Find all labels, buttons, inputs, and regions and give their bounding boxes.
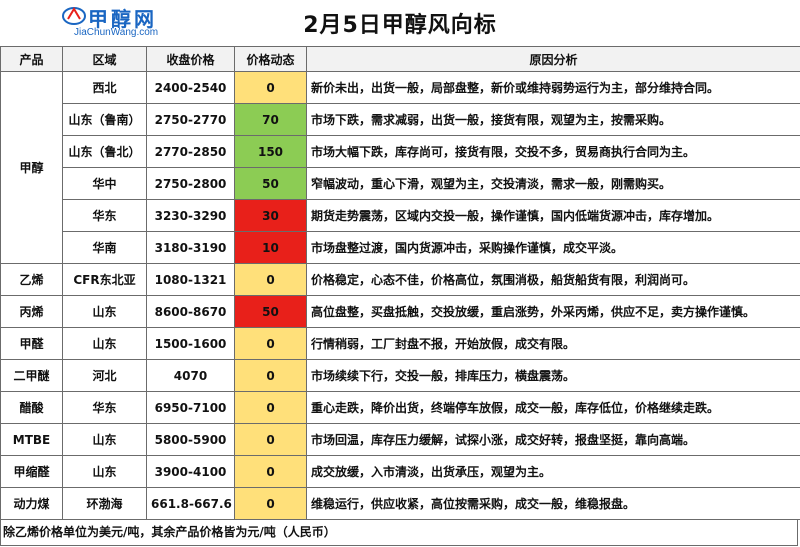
table-row: MTBE 山东 5800-5900 0 市场回温，库存压力缓解，试探小涨，成交好转，报盘…	[0, 423, 800, 456]
logo-icon	[62, 7, 86, 25]
brand-logo: 甲醇网 JiaChunWang.com	[62, 3, 162, 43]
table-row: 乙烯 CFR东北亚 1080-1321 0 价格稳定，心态不佳，价格高位，氛围消极，船货…	[0, 263, 800, 296]
table-row: 华东 3230-3290 30 期货走势震荡，区域内交投一般，操作谨慎，国内低端货源冲…	[1, 199, 800, 232]
price-cell: 1500-1600	[146, 327, 235, 360]
header-row: 产品 区域 收盘价格 价格动态 原因分析	[0, 46, 800, 72]
product-cell: 甲醇	[0, 71, 63, 264]
change-cell: 10	[234, 231, 307, 264]
price-cell: 2750-2800	[146, 167, 235, 200]
reason-cell: 维稳运行，供应收紧，高位按需采购，成交一般，维稳报盘。	[306, 487, 800, 520]
price-cell: 3900-4100	[146, 455, 235, 488]
table-row: 华南 3180-3190 10 市场盘整过渡，国内货源冲击，采购操作谨慎，成交平淡。	[1, 231, 800, 264]
table-row: 甲醇 西北 2400-2540 0 新价未出，出货一般，局部盘整，新价或维持弱势运行为主…	[0, 71, 800, 264]
page-title: 2月5日甲醇风向标	[303, 13, 497, 38]
table-row: 动力煤 环渤海 661.8-667.6 0 维稳运行，供应收紧，高位按需采购，成交一般，…	[0, 487, 800, 520]
region-cell: 山东	[62, 455, 147, 488]
reason-cell: 重心走跌，降价出货，终端停车放假，成交一般，库存低位，价格继续走跌。	[306, 391, 800, 424]
price-cell: 4070	[146, 359, 235, 392]
reason-cell: 市场盘整过渡，国内货源冲击，采购操作谨慎，成交平淡。	[306, 231, 800, 264]
table-row: 甲缩醛 山东 3900-4100 0 成交放缓，入市清淡，出货承压，观望为主。	[0, 455, 800, 488]
change-cell: 0	[234, 359, 307, 392]
change-cell: 50	[234, 167, 307, 200]
product-cell: 甲缩醛	[0, 455, 63, 488]
logo-text-en: JiaChunWang.com	[74, 27, 159, 38]
price-cell: 8600-8670	[146, 295, 235, 328]
change-cell: 0	[234, 71, 307, 104]
reason-cell: 成交放缓，入市清淡，出货承压，观望为主。	[306, 455, 800, 488]
table-row: 山东（鲁南） 2750-2770 70 市场下跌，需求减弱，出货一般，接货有限，观望为…	[1, 103, 800, 136]
reason-cell: 高位盘整，买盘抵触，交投放缓，重启涨势，外采丙烯，供应不足，卖方操作谨慎。	[306, 295, 800, 328]
product-cell: 乙烯	[0, 263, 63, 296]
region-cell: 山东（鲁南）	[62, 103, 147, 136]
change-cell: 0	[234, 487, 307, 520]
price-cell: 661.8-667.6	[146, 487, 235, 520]
table-row: 醋酸 华东 6950-7100 0 重心走跌，降价出货，终端停车放假，成交一般，库存低位…	[0, 391, 800, 424]
price-cell: 6950-7100	[146, 391, 235, 424]
price-cell: 3180-3190	[146, 231, 235, 264]
price-cell: 3230-3290	[146, 199, 235, 232]
product-cell: 二甲醚	[0, 359, 63, 392]
title-bar: 甲醇网 JiaChunWang.com 2月5日甲醇风向标	[0, 0, 800, 46]
region-cell: 华东	[62, 391, 147, 424]
reason-cell: 行情稍弱，工厂封盘不报，开始放假，成交有限。	[306, 327, 800, 360]
col-header-reason: 原因分析	[306, 46, 800, 72]
region-cell: 华东	[62, 199, 147, 232]
change-cell: 30	[234, 199, 307, 232]
region-cell: CFR东北亚	[62, 263, 147, 296]
product-cell: 丙烯	[0, 295, 63, 328]
product-cell: 动力煤	[0, 487, 63, 520]
table-row: 二甲醚 河北 4070 0 市场续续下行，交投一般，排库压力，横盘震荡。	[0, 359, 800, 392]
region-cell: 山东	[62, 423, 147, 456]
footnote: 除乙烯价格单位为美元/吨，其余产品价格皆为元/吨（人民币）	[0, 519, 798, 546]
table-body: 甲醇 西北 2400-2540 0 新价未出，出货一般，局部盘整，新价或维持弱势运行为主…	[0, 71, 800, 520]
table-row: 甲醛 山东 1500-1600 0 行情稍弱，工厂封盘不报，开始放假，成交有限。	[0, 327, 800, 360]
region-cell: 山东（鲁北）	[62, 135, 147, 168]
price-table: 产品 区域 收盘价格 价格动态 原因分析 甲醇 西北 2400-2540 0 新价未出，…	[0, 46, 800, 520]
change-cell: 0	[234, 391, 307, 424]
region-cell: 西北	[62, 71, 147, 104]
reason-cell: 市场下跌，需求减弱，出货一般，接货有限，观望为主，按需采购。	[306, 103, 800, 136]
table-row: 华中 2750-2800 50 窄幅波动，重心下滑，观望为主，交投清淡，需求一般，刚需…	[1, 167, 800, 200]
change-cell: 50	[234, 295, 307, 328]
page: 甲醇网 JiaChunWang.com 2月5日甲醇风向标 产品 区域 收盘价格…	[0, 0, 800, 547]
price-cell: 1080-1321	[146, 263, 235, 296]
price-cell: 2770-2850	[146, 135, 235, 168]
reason-cell: 窄幅波动，重心下滑，观望为主，交投清淡，需求一般，刚需购买。	[306, 167, 800, 200]
col-header-change: 价格动态	[234, 46, 307, 72]
region-cell: 环渤海	[62, 487, 147, 520]
table-row: 山东（鲁北） 2770-2850 150 市场大幅下跌，库存尚可，接货有限，交投不多，…	[1, 135, 800, 168]
change-cell: 0	[234, 455, 307, 488]
region-cell: 河北	[62, 359, 147, 392]
reason-cell: 价格稳定，心态不佳，价格高位，氛围消极，船货船货有限，利润尚可。	[306, 263, 800, 296]
region-cell: 华南	[62, 231, 147, 264]
product-cell: MTBE	[0, 423, 63, 456]
region-cell: 山东	[62, 327, 147, 360]
price-cell: 2750-2770	[146, 103, 235, 136]
table-row: 丙烯 山东 8600-8670 50 高位盘整，买盘抵触，交投放缓，重启涨势，外采丙烯，…	[0, 295, 800, 328]
change-cell: 0	[234, 423, 307, 456]
col-header-region: 区域	[62, 46, 147, 72]
change-cell: 70	[234, 103, 307, 136]
col-header-price: 收盘价格	[146, 46, 235, 72]
region-cell: 华中	[62, 167, 147, 200]
reason-cell: 市场回温，库存压力缓解，试探小涨，成交好转，报盘坚挺，靠向高端。	[306, 423, 800, 456]
reason-cell: 期货走势震荡，区域内交投一般，操作谨慎，国内低端货源冲击，库存增加。	[306, 199, 800, 232]
reason-cell: 市场大幅下跌，库存尚可，接货有限，交投不多，贸易商执行合同为主。	[306, 135, 800, 168]
change-cell: 0	[234, 263, 307, 296]
region-cell: 山东	[62, 295, 147, 328]
col-header-product: 产品	[0, 46, 63, 72]
product-cell: 醋酸	[0, 391, 63, 424]
change-cell: 150	[234, 135, 307, 168]
reason-cell: 市场续续下行，交投一般，排库压力，横盘震荡。	[306, 359, 800, 392]
change-cell: 0	[234, 327, 307, 360]
price-cell: 5800-5900	[146, 423, 235, 456]
price-cell: 2400-2540	[146, 71, 235, 104]
reason-cell: 新价未出，出货一般，局部盘整，新价或维持弱势运行为主，部分维持合同。	[306, 71, 800, 104]
product-cell: 甲醛	[0, 327, 63, 360]
